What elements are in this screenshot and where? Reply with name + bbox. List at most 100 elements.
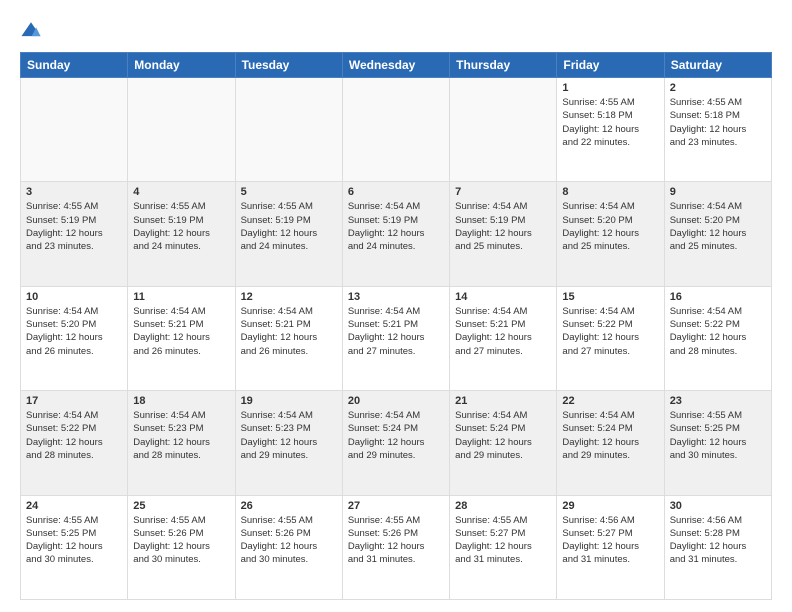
calendar-week-2: 10 Sunrise: 4:54 AMSunset: 5:20 PMDayligh…: [21, 286, 772, 390]
day-number: 9: [670, 186, 766, 198]
weekday-header-sunday: Sunday: [21, 53, 128, 78]
day-number: 8: [562, 186, 658, 198]
calendar-cell: 1 Sunrise: 4:55 AMSunset: 5:18 PMDaylight…: [557, 78, 664, 182]
calendar-cell: 15 Sunrise: 4:54 AMSunset: 5:22 PMDayligh…: [557, 286, 664, 390]
calendar-cell: 11 Sunrise: 4:54 AMSunset: 5:21 PMDayligh…: [128, 286, 235, 390]
day-info: Sunrise: 4:54 AMSunset: 5:24 PMDaylight:…: [348, 409, 444, 462]
day-info: Sunrise: 4:54 AMSunset: 5:21 PMDaylight:…: [455, 305, 551, 358]
calendar-cell: [342, 78, 449, 182]
calendar-cell: 27 Sunrise: 4:55 AMSunset: 5:26 PMDayligh…: [342, 495, 449, 599]
day-info: Sunrise: 4:56 AMSunset: 5:28 PMDaylight:…: [670, 514, 766, 567]
day-info: Sunrise: 4:54 AMSunset: 5:22 PMDaylight:…: [26, 409, 122, 462]
day-number: 26: [241, 500, 337, 512]
day-number: 13: [348, 291, 444, 303]
calendar-cell: [21, 78, 128, 182]
day-number: 30: [670, 500, 766, 512]
day-info: Sunrise: 4:55 AMSunset: 5:18 PMDaylight:…: [562, 96, 658, 149]
day-number: 18: [133, 395, 229, 407]
day-number: 20: [348, 395, 444, 407]
calendar-cell: 24 Sunrise: 4:55 AMSunset: 5:25 PMDayligh…: [21, 495, 128, 599]
calendar-week-3: 17Sunrise: 4:54 AMSunset: 5:22 PMDayligh…: [21, 391, 772, 495]
calendar-cell: 6Sunrise: 4:54 AMSunset: 5:19 PMDaylight…: [342, 182, 449, 286]
day-info: Sunrise: 4:54 AMSunset: 5:20 PMDaylight:…: [26, 305, 122, 358]
day-number: 29: [562, 500, 658, 512]
day-number: 1: [562, 82, 658, 94]
header: [20, 16, 772, 42]
calendar-cell: 7 Sunrise: 4:54 AMSunset: 5:19 PMDaylight…: [450, 182, 557, 286]
calendar-cell: 26 Sunrise: 4:55 AMSunset: 5:26 PMDayligh…: [235, 495, 342, 599]
day-number: 27: [348, 500, 444, 512]
day-number: 10: [26, 291, 122, 303]
calendar-cell: 25 Sunrise: 4:55 AMSunset: 5:26 PMDayligh…: [128, 495, 235, 599]
day-info: Sunrise: 4:55 AMSunset: 5:19 PMDaylight:…: [241, 200, 337, 253]
day-info: Sunrise: 4:55 AMSunset: 5:18 PMDaylight:…: [670, 96, 766, 149]
day-info: Sunrise: 4:56 AMSunset: 5:27 PMDaylight:…: [562, 514, 658, 567]
day-number: 14: [455, 291, 551, 303]
day-info: Sunrise: 4:54 AMSunset: 5:22 PMDaylight:…: [670, 305, 766, 358]
calendar-cell: 20 Sunrise: 4:54 AMSunset: 5:24 PMDayligh…: [342, 391, 449, 495]
day-number: 28: [455, 500, 551, 512]
calendar-cell: 16Sunrise: 4:54 AMSunset: 5:22 PMDayligh…: [664, 286, 771, 390]
weekday-header-saturday: Saturday: [664, 53, 771, 78]
day-info: Sunrise: 4:54 AMSunset: 5:23 PMDaylight:…: [133, 409, 229, 462]
calendar-cell: 22Sunrise: 4:54 AMSunset: 5:24 PMDayligh…: [557, 391, 664, 495]
day-number: 25: [133, 500, 229, 512]
day-info: Sunrise: 4:54 AMSunset: 5:21 PMDaylight:…: [348, 305, 444, 358]
calendar-cell: [450, 78, 557, 182]
calendar-cell: 28 Sunrise: 4:55 AMSunset: 5:27 PMDayligh…: [450, 495, 557, 599]
day-info: Sunrise: 4:55 AMSunset: 5:19 PMDaylight:…: [26, 200, 122, 253]
calendar-cell: 12Sunrise: 4:54 AMSunset: 5:21 PMDayligh…: [235, 286, 342, 390]
day-number: 5: [241, 186, 337, 198]
weekday-row: SundayMondayTuesdayWednesdayThursdayFrid…: [21, 53, 772, 78]
day-info: Sunrise: 4:55 AMSunset: 5:27 PMDaylight:…: [455, 514, 551, 567]
calendar-cell: 9 Sunrise: 4:54 AMSunset: 5:20 PMDaylight…: [664, 182, 771, 286]
day-number: 19: [241, 395, 337, 407]
day-number: 4: [133, 186, 229, 198]
weekday-header-friday: Friday: [557, 53, 664, 78]
calendar-week-4: 24 Sunrise: 4:55 AMSunset: 5:25 PMDayligh…: [21, 495, 772, 599]
day-info: Sunrise: 4:54 AMSunset: 5:19 PMDaylight:…: [455, 200, 551, 253]
day-info: Sunrise: 4:54 AMSunset: 5:22 PMDaylight:…: [562, 305, 658, 358]
calendar-cell: 30 Sunrise: 4:56 AMSunset: 5:28 PMDayligh…: [664, 495, 771, 599]
calendar-cell: 10 Sunrise: 4:54 AMSunset: 5:20 PMDayligh…: [21, 286, 128, 390]
calendar-cell: [235, 78, 342, 182]
weekday-header-tuesday: Tuesday: [235, 53, 342, 78]
calendar-body: 1 Sunrise: 4:55 AMSunset: 5:18 PMDaylight…: [21, 78, 772, 600]
calendar-header: SundayMondayTuesdayWednesdayThursdayFrid…: [21, 53, 772, 78]
calendar-cell: 14 Sunrise: 4:54 AMSunset: 5:21 PMDayligh…: [450, 286, 557, 390]
calendar-page: SundayMondayTuesdayWednesdayThursdayFrid…: [0, 0, 792, 612]
day-number: 15: [562, 291, 658, 303]
day-number: 7: [455, 186, 551, 198]
day-info: Sunrise: 4:54 AMSunset: 5:24 PMDaylight:…: [562, 409, 658, 462]
calendar-cell: [128, 78, 235, 182]
day-number: 21: [455, 395, 551, 407]
day-info: Sunrise: 4:54 AMSunset: 5:21 PMDaylight:…: [241, 305, 337, 358]
logo: [20, 20, 46, 42]
calendar-cell: 19 Sunrise: 4:54 AMSunset: 5:23 PMDayligh…: [235, 391, 342, 495]
calendar-week-1: 3 Sunrise: 4:55 AMSunset: 5:19 PMDaylight…: [21, 182, 772, 286]
calendar-cell: 18 Sunrise: 4:54 AMSunset: 5:23 PMDayligh…: [128, 391, 235, 495]
day-info: Sunrise: 4:54 AMSunset: 5:23 PMDaylight:…: [241, 409, 337, 462]
day-info: Sunrise: 4:54 AMSunset: 5:20 PMDaylight:…: [562, 200, 658, 253]
calendar-week-0: 1 Sunrise: 4:55 AMSunset: 5:18 PMDaylight…: [21, 78, 772, 182]
day-info: Sunrise: 4:54 AMSunset: 5:24 PMDaylight:…: [455, 409, 551, 462]
weekday-header-wednesday: Wednesday: [342, 53, 449, 78]
day-number: 2: [670, 82, 766, 94]
day-info: Sunrise: 4:55 AMSunset: 5:26 PMDaylight:…: [133, 514, 229, 567]
calendar-cell: 4Sunrise: 4:55 AMSunset: 5:19 PMDaylight…: [128, 182, 235, 286]
day-number: 24: [26, 500, 122, 512]
day-info: Sunrise: 4:54 AMSunset: 5:20 PMDaylight:…: [670, 200, 766, 253]
day-info: Sunrise: 4:55 AMSunset: 5:26 PMDaylight:…: [241, 514, 337, 567]
logo-icon: [20, 20, 42, 42]
calendar-cell: 5 Sunrise: 4:55 AMSunset: 5:19 PMDaylight…: [235, 182, 342, 286]
day-info: Sunrise: 4:55 AMSunset: 5:26 PMDaylight:…: [348, 514, 444, 567]
calendar-cell: 3 Sunrise: 4:55 AMSunset: 5:19 PMDaylight…: [21, 182, 128, 286]
day-number: 23: [670, 395, 766, 407]
calendar-cell: 8 Sunrise: 4:54 AMSunset: 5:20 PMDaylight…: [557, 182, 664, 286]
day-info: Sunrise: 4:55 AMSunset: 5:25 PMDaylight:…: [670, 409, 766, 462]
day-number: 11: [133, 291, 229, 303]
day-info: Sunrise: 4:55 AMSunset: 5:25 PMDaylight:…: [26, 514, 122, 567]
day-number: 3: [26, 186, 122, 198]
weekday-header-thursday: Thursday: [450, 53, 557, 78]
day-info: Sunrise: 4:54 AMSunset: 5:21 PMDaylight:…: [133, 305, 229, 358]
